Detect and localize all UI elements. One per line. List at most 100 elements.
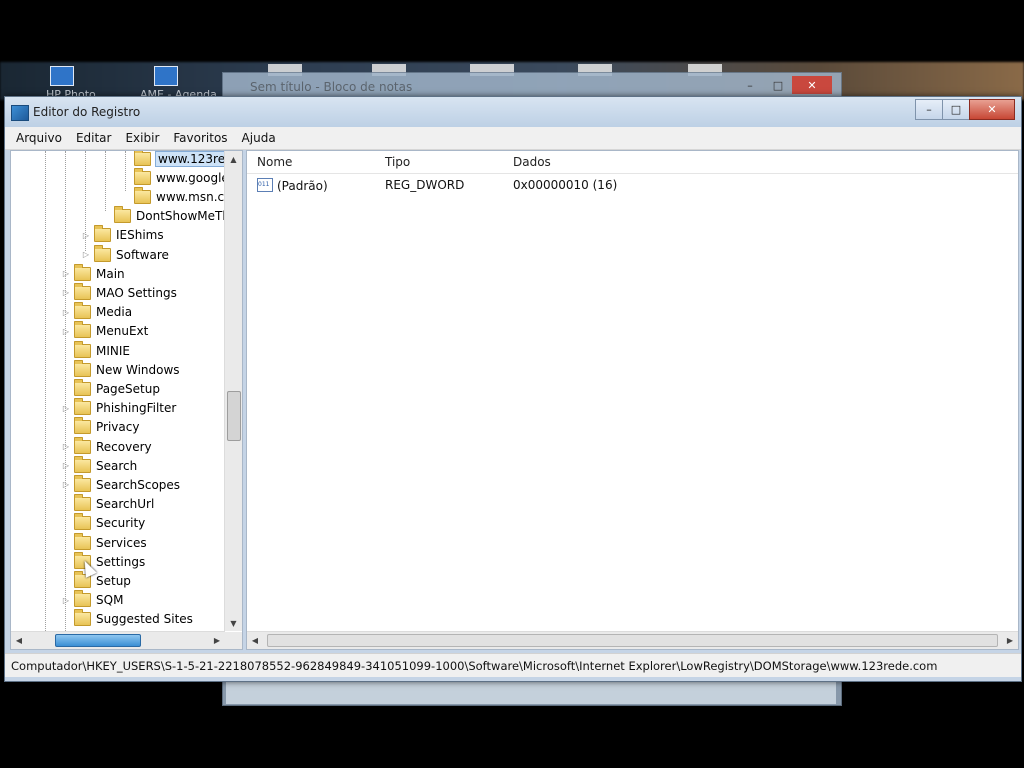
minimize-button[interactable]: –: [915, 99, 943, 120]
menu-favoritos[interactable]: Favoritos: [166, 131, 234, 145]
tree-vertical-scroll-thumb[interactable]: [227, 391, 241, 441]
expand-arrow-icon[interactable]: ▷: [81, 231, 91, 240]
menu-ajuda[interactable]: Ajuda: [235, 131, 283, 145]
folder-icon: [74, 455, 91, 473]
tree-item[interactable]: Suggested Sites: [61, 609, 193, 629]
tree-item[interactable]: ▷ Software: [81, 244, 169, 264]
tree-item[interactable]: DontShowMeThisDialogAgain: [101, 206, 242, 226]
folder-icon: [74, 494, 91, 512]
tree-item[interactable]: ▷ SearchScopes: [61, 474, 181, 494]
tree-item-label: MenuExt: [96, 324, 149, 339]
tree-item[interactable]: Settings: [61, 551, 146, 571]
folder-icon: [134, 151, 151, 166]
tree-item-label: Suggested Sites: [96, 612, 193, 627]
scroll-right-arrow-icon[interactable]: ▶: [1002, 632, 1018, 649]
tree-item[interactable]: ▷ IEShims: [81, 225, 164, 245]
values-list-pane[interactable]: Nome Tipo Dados (Padrão) REG_DWORD 0x000…: [246, 150, 1019, 650]
expand-arrow-icon[interactable]: ▷: [61, 596, 71, 605]
expand-arrow-icon[interactable]: ▷: [61, 442, 71, 451]
list-horizontal-scrollbar[interactable]: ◀ ▶: [247, 631, 1018, 649]
notepad-minimize-button[interactable]: –: [736, 76, 764, 94]
tree-item[interactable]: ▷ Main: [61, 263, 125, 283]
scroll-down-arrow-icon[interactable]: ▼: [225, 615, 242, 631]
tree-item[interactable]: ▷ Recovery: [61, 436, 152, 456]
tree-item[interactable]: ▷ Search: [61, 455, 137, 475]
tree-vertical-scrollbar[interactable]: ▲ ▼: [224, 151, 242, 631]
folder-icon: [74, 321, 91, 339]
expand-arrow-icon[interactable]: ▷: [81, 250, 91, 259]
column-header-tipo[interactable]: Tipo: [385, 155, 410, 169]
list-horizontal-scroll-thumb[interactable]: [267, 634, 998, 647]
tree-item[interactable]: New Windows: [61, 359, 180, 379]
tree-item-label: SearchScopes: [96, 477, 181, 492]
folder-icon: [74, 417, 91, 435]
notepad-maximize-button[interactable]: □: [764, 76, 792, 94]
tree-item[interactable]: Privacy: [61, 417, 139, 437]
close-button[interactable]: ✕: [969, 99, 1015, 120]
folder-icon: [74, 532, 91, 550]
notepad-close-button[interactable]: ✕: [792, 76, 832, 94]
folder-icon: [74, 263, 91, 281]
registry-editor-window: Editor do Registro – □ ✕ Arquivo Editar …: [4, 96, 1022, 682]
caption-buttons: – □ ✕: [915, 99, 1015, 120]
menu-bar: Arquivo Editar Exibir Favoritos Ajuda: [5, 127, 1021, 150]
status-bar: Computador\HKEY_USERS\S-1-5-21-221807855…: [5, 653, 1021, 677]
column-header-nome[interactable]: Nome: [257, 155, 292, 169]
tree-item[interactable]: Setup: [61, 570, 131, 590]
tree-horizontal-scrollbar[interactable]: ◀ ▶: [11, 631, 225, 649]
desktop-shortcut-icon[interactable]: [50, 66, 74, 86]
expand-arrow-icon[interactable]: ▷: [61, 288, 71, 297]
value-data: 0x00000010 (16): [513, 178, 618, 192]
tree-item-label: Settings: [96, 554, 146, 569]
tree-item[interactable]: SearchUrl: [61, 494, 154, 514]
value-row[interactable]: (Padrão) REG_DWORD 0x00000010 (16): [247, 178, 1018, 196]
scrollbar-corner: [225, 632, 242, 649]
column-header-dados[interactable]: Dados: [513, 155, 551, 169]
tree-item[interactable]: ▷ SQM: [61, 590, 123, 610]
tree-item[interactable]: ▷ PhishingFilter: [61, 398, 177, 418]
maximize-button[interactable]: □: [942, 99, 970, 120]
menu-arquivo[interactable]: Arquivo: [5, 131, 69, 145]
tree-item[interactable]: ▷ MenuExt: [61, 321, 149, 341]
folder-icon: [74, 474, 91, 492]
tree-item-label: MAO Settings: [96, 285, 177, 300]
tree-item[interactable]: Security: [61, 513, 146, 533]
folder-icon: [74, 340, 91, 358]
key-tree-pane[interactable]: www.123rede.comwww.google.comwww.msn.com…: [10, 150, 243, 650]
expand-arrow-icon[interactable]: ▷: [61, 404, 71, 413]
folder-icon: [74, 302, 91, 320]
folder-icon: [74, 436, 91, 454]
folder-icon: [74, 513, 91, 531]
tree-item-label: PhishingFilter: [96, 401, 177, 416]
scroll-left-arrow-icon[interactable]: ◀: [247, 632, 263, 649]
expand-arrow-icon[interactable]: ▷: [61, 308, 71, 317]
tree-item[interactable]: ▷ MAO Settings: [61, 282, 177, 302]
menu-exibir[interactable]: Exibir: [118, 131, 166, 145]
window-title: Editor do Registro: [33, 105, 141, 119]
scroll-right-arrow-icon[interactable]: ▶: [209, 632, 225, 649]
tree-horizontal-scroll-thumb[interactable]: [55, 634, 141, 647]
tree-item-label: MINIE: [96, 343, 130, 358]
desktop-shortcut-icon[interactable]: [154, 66, 178, 86]
tree-item[interactable]: PageSetup: [61, 378, 160, 398]
folder-icon: [94, 244, 111, 262]
tree-item-label: Security: [96, 516, 146, 531]
menu-editar[interactable]: Editar: [69, 131, 119, 145]
expand-arrow-icon[interactable]: ▷: [61, 461, 71, 470]
notepad-bottom-strip: [226, 682, 836, 704]
expand-arrow-icon[interactable]: ▷: [61, 480, 71, 489]
tree-item[interactable]: MINIE: [61, 340, 130, 360]
scroll-left-arrow-icon[interactable]: ◀: [11, 632, 27, 649]
dword-value-icon: [257, 178, 273, 192]
expand-arrow-icon[interactable]: ▷: [61, 269, 71, 278]
folder-icon: [74, 359, 91, 377]
tree-item[interactable]: Services: [61, 532, 147, 552]
title-bar[interactable]: Editor do Registro – □ ✕: [5, 97, 1021, 127]
tree-guide-line: [105, 151, 106, 211]
folder-icon: [134, 167, 151, 185]
tree-item[interactable]: ▷ Media: [61, 302, 132, 322]
folder-icon: [134, 186, 151, 204]
scroll-up-arrow-icon[interactable]: ▲: [225, 151, 242, 167]
expand-arrow-icon[interactable]: ▷: [61, 327, 71, 336]
folder-icon: [74, 609, 91, 627]
